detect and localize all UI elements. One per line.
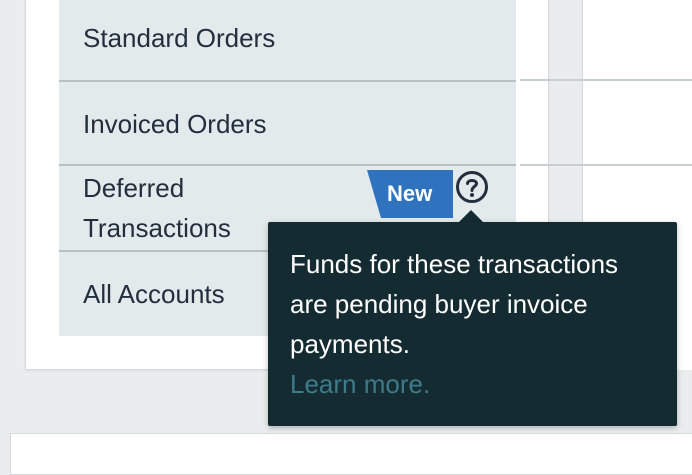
row-divider bbox=[520, 79, 692, 81]
tooltip-text: Funds for these transactions are pending… bbox=[290, 249, 619, 359]
question-circle-icon[interactable] bbox=[455, 170, 491, 206]
bottom-card bbox=[10, 433, 692, 475]
menu-item-label: All Accounts bbox=[83, 279, 225, 309]
menu-item-label: Invoiced Orders bbox=[83, 109, 267, 139]
menu-item-invoiced-orders[interactable]: Invoiced Orders bbox=[59, 82, 516, 166]
new-badge-label: New bbox=[387, 181, 433, 206]
menu-item-standard-orders[interactable]: Standard Orders bbox=[59, 0, 516, 82]
help-tooltip: Funds for these transactions are pending… bbox=[268, 222, 677, 426]
menu-item-label: Deferred Transactions bbox=[83, 173, 231, 243]
menu-item-label: Standard Orders bbox=[83, 23, 276, 53]
tooltip-body: Funds for these transactions are pending… bbox=[290, 244, 660, 404]
row-divider bbox=[520, 164, 692, 166]
new-badge: New bbox=[367, 170, 453, 218]
learn-more-link[interactable]: Learn more. bbox=[290, 364, 660, 404]
